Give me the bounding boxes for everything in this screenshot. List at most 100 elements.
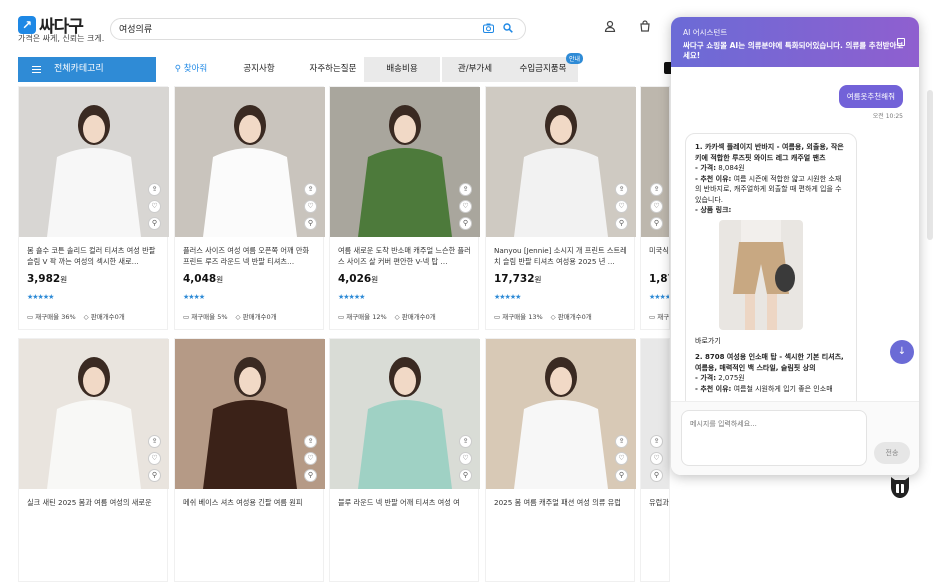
user-icon[interactable] xyxy=(603,20,617,34)
heart-icon[interactable]: ♡ xyxy=(304,200,317,213)
product-card[interactable]: ⇪ ♡ ⚲ 블루 라운드 넥 반팔 어깨 티셔츠 여성 여 xyxy=(329,338,480,582)
product-image[interactable] xyxy=(641,339,669,489)
product-title[interactable]: 여름 새로운 도착 반소매 캐주얼 느슨한 플러스 사이즈 살 커버 편안한 V… xyxy=(338,245,472,267)
product-image[interactable] xyxy=(330,87,480,237)
heart-icon[interactable]: ♡ xyxy=(459,200,472,213)
all-categories-button[interactable]: 전체카테고리 xyxy=(18,57,156,82)
product-image[interactable] xyxy=(175,87,325,237)
product-card[interactable]: ⇪ ♡ ⚲ 봄 숄수 코튼 솔리드 컬러 티셔츠 여성 반팔 슬림 V 팍 까는 여성… xyxy=(18,86,169,330)
tag-icon: ◇ xyxy=(550,313,558,321)
sales-count: ◇ 판매개수0개 xyxy=(83,313,125,321)
product-image[interactable] xyxy=(641,87,669,237)
product-image[interactable] xyxy=(19,339,169,489)
product-title[interactable]: Nanyou [Jennie] 소시지 개 프린트 스트레치 슬림 반팔 티셔츠… xyxy=(494,245,628,267)
send-button[interactable]: 전송 xyxy=(874,442,910,464)
product-card[interactable]: ⇪ ♡ ⚲ 플러스 사이즈 여성 여름 오픈쪽 어깨 만화 프린트 루즈 라운드 넥 … xyxy=(174,86,325,330)
product-card[interactable]: ⇪ ♡ ⚲ 미국식 스트리트 오버사이즈 티셔츠 느슨… 1,87 ★★★★★ ▭ 재구◇ xyxy=(640,86,670,330)
product-card[interactable]: ⇪ ♡ ⚲ 실크 새틴 2025 봄과 여름 여성의 새로운 xyxy=(18,338,169,582)
chat-input[interactable] xyxy=(681,410,867,466)
user-message: 여름옷추천해줘 xyxy=(838,85,903,108)
share-icon[interactable]: ⇪ xyxy=(615,183,628,196)
product-meta: ▭ 재구매율 36% ◇ 판매개수0개 xyxy=(27,311,167,321)
share-icon[interactable]: ⇪ xyxy=(148,435,161,448)
truck-icon: ▭ xyxy=(27,313,36,321)
heart-icon[interactable]: ♡ xyxy=(304,452,317,465)
minimize-icon[interactable] xyxy=(897,38,905,46)
zoom-icon[interactable]: ⚲ xyxy=(304,469,317,482)
search-icon: ⚲ xyxy=(174,64,184,74)
product-price: 17,732원 xyxy=(494,273,542,285)
rating-stars: ★★★★★ xyxy=(649,293,670,301)
zoom-icon[interactable]: ⚲ xyxy=(459,217,472,230)
zoom-icon[interactable]: ⚲ xyxy=(148,469,161,482)
product-image[interactable] xyxy=(175,339,325,489)
product-title[interactable]: 실크 새틴 2025 봄과 여름 여성의 새로운 xyxy=(27,497,161,519)
truck-icon: ▭ xyxy=(183,313,192,321)
all-categories-label: 전체카테고리 xyxy=(54,64,104,74)
product-card[interactable]: ⇪ ♡ ⚲ 유럽과 미국의 국경 여성 의류 2025 아마 xyxy=(640,338,670,582)
product-title[interactable]: 블루 라운드 넥 반팔 어깨 티셔츠 여성 여 xyxy=(338,497,472,519)
share-icon[interactable]: ⇪ xyxy=(148,183,161,196)
share-icon[interactable]: ⇪ xyxy=(615,435,628,448)
heart-icon[interactable]: ♡ xyxy=(650,200,663,213)
mascot-icon[interactable] xyxy=(888,473,912,499)
repurchase-rate: ▭ 재구매율 13% xyxy=(494,313,543,321)
product-price: 1,87 xyxy=(649,273,669,285)
product-title[interactable]: 메쉬 베이스 셔츠 여성용 긴팔 여름 원피 xyxy=(183,497,317,519)
heart-icon[interactable]: ♡ xyxy=(615,452,628,465)
back-link[interactable]: 바로가기 xyxy=(695,336,847,347)
product-title[interactable]: 플러스 사이즈 여성 여름 오픈쪽 어깨 만화 프린트 루즈 라운드 넥 반팔 … xyxy=(183,245,317,267)
product-image[interactable] xyxy=(330,339,480,489)
product-image[interactable] xyxy=(486,339,636,489)
search-input[interactable] xyxy=(119,23,469,33)
heart-icon[interactable]: ♡ xyxy=(459,452,472,465)
heart-icon[interactable]: ♡ xyxy=(650,452,663,465)
product-card[interactable]: ⇪ ♡ ⚲ Nanyou [Jennie] 소시지 개 프린트 스트레치 슬림 반팔 … xyxy=(485,86,636,330)
zoom-icon[interactable]: ⚲ xyxy=(650,469,663,482)
product-title[interactable]: 봄 숄수 코튼 솔리드 컬러 티셔츠 여성 반팔 슬림 V 팍 까는 여성의 섹… xyxy=(27,245,161,267)
product-card[interactable]: ⇪ ♡ ⚲ 2025 봄 여름 캐주얼 패션 여성 의류 유럽 xyxy=(485,338,636,582)
recommended-product-image[interactable] xyxy=(719,219,803,330)
share-icon[interactable]: ⇪ xyxy=(459,435,472,448)
rating-stars: ★★★★★ xyxy=(338,293,365,301)
product-card[interactable]: ⇪ ♡ ⚲ 메쉬 베이스 셔츠 여성용 긴팔 여름 원피 xyxy=(174,338,325,582)
nav-item-notice[interactable]: 공지사항 xyxy=(232,57,286,82)
product-card[interactable]: ⇪ ♡ ⚲ 여름 새로운 도착 반소매 캐주얼 느슨한 플러스 사이즈 살 커버 편안… xyxy=(329,86,480,330)
heart-icon[interactable]: ♡ xyxy=(148,200,161,213)
zoom-icon[interactable]: ⚲ xyxy=(615,469,628,482)
product-title[interactable]: 미국식 스트리트 오버사이즈 티셔츠 느슨… xyxy=(649,245,669,267)
tag-icon: ◇ xyxy=(235,313,243,321)
new-badge: 안내 xyxy=(566,53,584,64)
heart-icon[interactable]: ♡ xyxy=(148,452,161,465)
zoom-icon[interactable]: ⚲ xyxy=(650,217,663,230)
truck-icon: ▭ xyxy=(494,313,503,321)
search-icon[interactable] xyxy=(502,23,514,35)
share-icon[interactable]: ⇪ xyxy=(650,183,663,196)
chat-header: AI 어시스턴트 싸다구 쇼핑몰 AI는 의류분야에 특화되어있습니다. 의류를… xyxy=(671,17,919,67)
zoom-icon[interactable]: ⚲ xyxy=(304,217,317,230)
nav-item-customs[interactable]: 관/부가세 xyxy=(442,57,508,82)
share-icon[interactable]: ⇪ xyxy=(304,183,317,196)
camera-icon[interactable] xyxy=(482,23,494,35)
scroll-down-button[interactable]: ↓ xyxy=(890,340,914,364)
product-image[interactable] xyxy=(19,87,169,237)
nav-item-find[interactable]: ⚲ 찾아줘 xyxy=(164,57,218,82)
repurchase-rate: ▭ 재구매율 12% xyxy=(338,313,387,321)
product-image[interactable] xyxy=(486,87,636,237)
rec-item-2-title: 2. 8708 여성용 인소매 탑 - 섹시한 기본 티셔츠, 여름용, 매력적… xyxy=(695,353,844,372)
share-icon[interactable]: ⇪ xyxy=(459,183,472,196)
zoom-icon[interactable]: ⚲ xyxy=(615,217,628,230)
rating-stars: ★★★★ xyxy=(183,293,205,301)
nav-item-shipping[interactable]: 배송비용 xyxy=(364,57,440,82)
page-scrollbar[interactable] xyxy=(927,90,933,240)
product-title[interactable]: 유럽과 미국의 국경 여성 의류 2025 아마 xyxy=(649,497,669,519)
zoom-icon[interactable]: ⚲ xyxy=(459,469,472,482)
product-title[interactable]: 2025 봄 여름 캐주얼 패션 여성 의류 유럽 xyxy=(494,497,628,519)
heart-icon[interactable]: ♡ xyxy=(615,200,628,213)
share-icon[interactable]: ⇪ xyxy=(650,435,663,448)
share-icon[interactable]: ⇪ xyxy=(304,435,317,448)
cart-icon[interactable] xyxy=(638,20,652,34)
zoom-icon[interactable]: ⚲ xyxy=(148,217,161,230)
tag-icon: ◇ xyxy=(83,313,91,321)
nav-item-faq[interactable]: 자주하는질문 xyxy=(300,57,366,82)
